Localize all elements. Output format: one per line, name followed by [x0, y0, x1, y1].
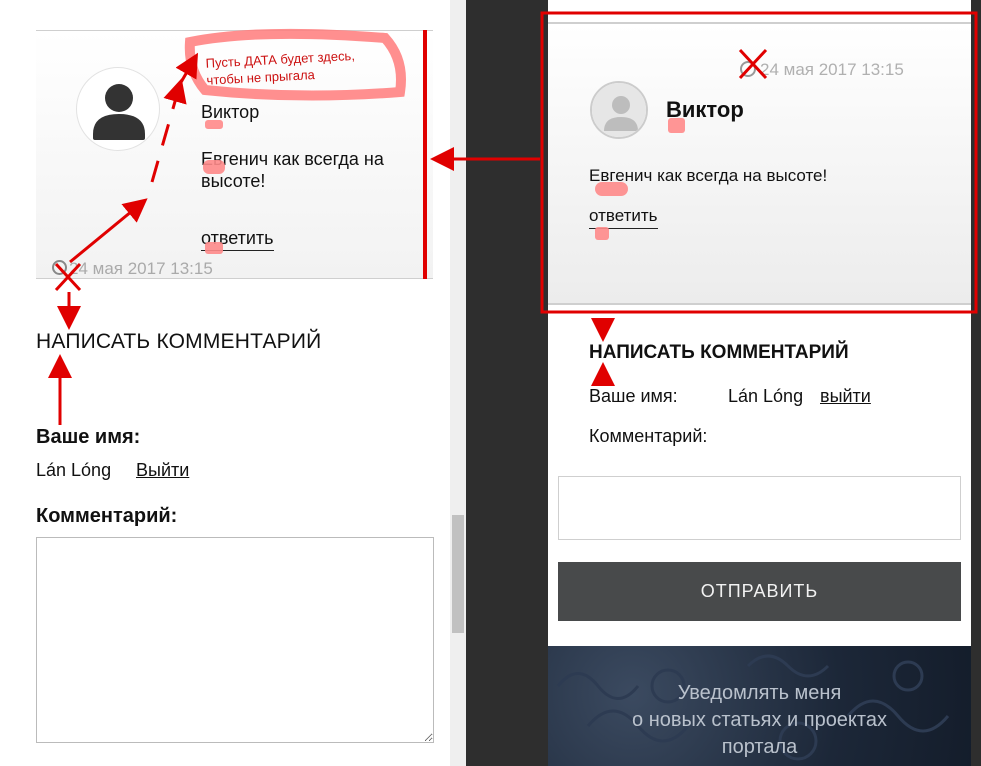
submit-button[interactable]: ОТПРАВИТЬ: [558, 562, 961, 621]
comment-textarea[interactable]: [36, 537, 434, 743]
subscribe-line-2: о новых статьях и проектах: [632, 709, 887, 731]
comment-label: Комментарий:: [589, 426, 708, 446]
comment-author: Виктор: [201, 102, 260, 122]
user-silhouette-icon: [592, 83, 646, 137]
write-comment-title: НАПИСАТЬ КОММЕНТАРИЙ: [589, 342, 849, 363]
user-name: Lán Lóng: [728, 386, 804, 406]
logout-link[interactable]: выйти: [820, 386, 871, 407]
comment-author: Виктор: [666, 97, 744, 122]
comment-card: 24 мая 2017 13:15 Виктор Евгенич как все…: [548, 22, 971, 305]
comment-date: 24 мая 2017 13:15: [740, 60, 904, 80]
comment-date-text: 24 мая 2017 13:15: [760, 60, 904, 79]
user-silhouette-icon: [93, 84, 145, 140]
comment-text: Евгенич как всегда на высоте!: [589, 166, 828, 185]
subscribe-line-3: портала: [721, 736, 798, 758]
clock-icon: [52, 260, 67, 275]
subscribe-text: Уведомлять меня о новых статьях и проект…: [548, 680, 971, 761]
scrollbar-thumb[interactable]: [452, 515, 464, 633]
subscribe-line-1: Уведомлять меня: [677, 682, 842, 704]
left-comment-panel: Виктор Евгенич как всегда на высоте! отв…: [0, 0, 450, 766]
subscribe-banner[interactable]: Уведомлять меня о новых статьях и проект…: [548, 646, 971, 766]
name-label: Ваше имя:: [36, 426, 141, 448]
reply-link[interactable]: ответить: [201, 228, 274, 251]
name-label: Ваше имя:: [589, 386, 678, 406]
comment-label: Комментарий:: [36, 505, 178, 527]
reply-link[interactable]: ответить: [589, 206, 658, 229]
scrollbar[interactable]: [450, 0, 466, 766]
logout-link[interactable]: Выйти: [136, 460, 189, 481]
avatar: [76, 67, 160, 151]
write-comment-title: НАПИСАТЬ КОММЕНТАРИЙ: [36, 330, 322, 353]
comment-text: Евгенич как всегда на высоте!: [201, 149, 384, 191]
comment-input[interactable]: [558, 476, 961, 540]
avatar: [590, 81, 648, 139]
clock-icon: [740, 61, 756, 77]
comment-date: 24 мая 2017 13:15: [52, 259, 213, 279]
user-name: Lán Lóng: [36, 460, 112, 480]
right-comment-panel: 24 мая 2017 13:15 Виктор Евгенич как все…: [548, 0, 971, 646]
comment-date-text: 24 мая 2017 13:15: [69, 259, 213, 278]
